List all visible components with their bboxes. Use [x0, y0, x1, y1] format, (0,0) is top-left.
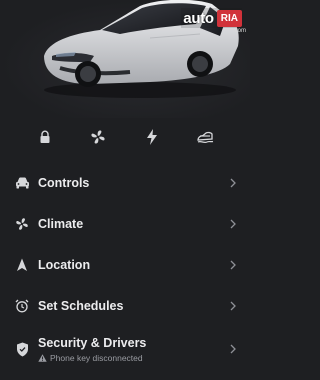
navigation-arrow-icon [14, 257, 30, 273]
menu-item-label: Set Schedules [38, 298, 124, 313]
menu-item-label: Climate [38, 216, 84, 231]
fan-icon [91, 130, 105, 144]
lock-icon [40, 130, 50, 143]
watermark-suffix: .com [232, 27, 246, 34]
bolt-icon [146, 129, 157, 145]
menu-list: Controls Climate Location Set Schedules … [0, 162, 250, 372]
vent-button[interactable] [191, 124, 219, 150]
menu-item-climate[interactable]: Climate [0, 203, 250, 244]
security-status-text: Phone key disconnected [50, 352, 143, 363]
menu-item-label: Location [38, 257, 91, 272]
watermark-logo: auto RIA .com [181, 8, 246, 34]
chevron-right-icon [230, 301, 236, 310]
watermark-brand: auto [183, 9, 214, 27]
quick-controls-row [0, 124, 250, 150]
fan-button[interactable] [84, 124, 112, 150]
car-vent-icon [197, 131, 214, 144]
chevron-right-icon [230, 178, 236, 187]
menu-item-label: Security & Drivers [38, 335, 147, 350]
warning-icon [38, 353, 47, 362]
chevron-right-icon [230, 219, 236, 228]
menu-item-schedules[interactable]: Set Schedules [0, 285, 250, 326]
car-icon [14, 175, 30, 191]
watermark-badge-text: RIA [220, 12, 238, 24]
menu-item-location[interactable]: Location [0, 244, 250, 285]
security-text-stack: Security & Drivers Phone key disconnecte… [38, 336, 146, 363]
chevron-right-icon [230, 344, 236, 354]
watermark-badge: RIA .com [216, 9, 246, 34]
menu-item-label: Controls [38, 175, 90, 190]
security-status: Phone key disconnected [38, 353, 146, 363]
charge-button[interactable] [138, 124, 166, 150]
shield-icon [14, 341, 30, 357]
lock-button[interactable] [31, 124, 59, 150]
fan-icon [14, 216, 30, 232]
chevron-right-icon [230, 260, 236, 269]
alarm-clock-icon [14, 298, 30, 314]
menu-item-controls[interactable]: Controls [0, 162, 250, 203]
menu-item-security[interactable]: Security & Drivers Phone key disconnecte… [0, 326, 250, 372]
